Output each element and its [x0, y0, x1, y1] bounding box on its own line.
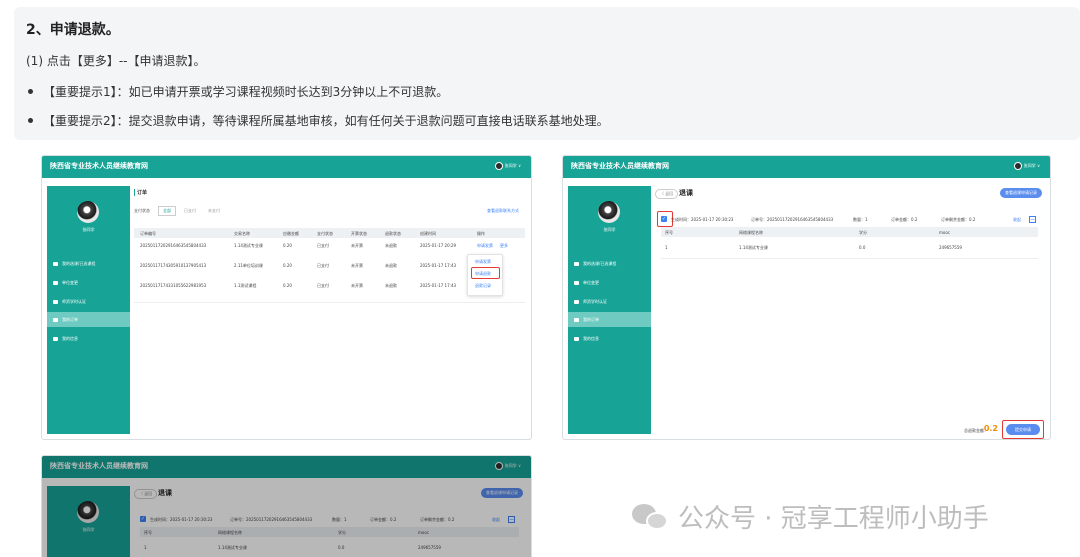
menu-icon: [574, 261, 579, 266]
sidebar-item-profile[interactable]: 我的信息: [568, 331, 651, 346]
tip-1: 【重要提示1】：如已申请开票或学习课程视频时长达到3分钟以上不可退款。: [28, 83, 448, 100]
filter-all[interactable]: 全部: [158, 206, 176, 216]
user-menu[interactable]: 张同学 ∨: [494, 162, 521, 170]
page-title: 订单: [134, 189, 147, 196]
brand-title: 陕西省专业技术人员继续教育网: [50, 162, 148, 170]
avatar: [1013, 162, 1022, 170]
fold-toggle[interactable]: 收起: [1013, 217, 1021, 223]
menu-icon: [53, 317, 58, 322]
avatar: [598, 201, 620, 223]
sidebar-username: 张同学: [603, 227, 616, 232]
minus-icon[interactable]: −: [1029, 216, 1036, 223]
back-button[interactable]: 〈 返回: [655, 189, 679, 199]
brand-title: 陕西省专业技术人员继续教育网: [571, 162, 669, 170]
more-dropdown: 申请发票 申请退款 退款记录: [467, 254, 503, 296]
avatar: [494, 162, 503, 170]
sidebar-item-certification[interactable]: 师资学时认证: [47, 294, 130, 309]
menu-item-refund-record[interactable]: 退款记录: [475, 283, 491, 289]
refund-record-button[interactable]: 查看退课申请记录: [1000, 188, 1042, 198]
screenshot-refund: 陕西省专业技术人员继续教育网 张同学 ∨ 张同学 我的选课/已选课程 单位变更 …: [562, 155, 1051, 440]
sidebar-item-courses[interactable]: 我的选课/已选课程: [568, 256, 651, 271]
filter-label: 支付状态: [134, 208, 150, 213]
sidebar-item-orders[interactable]: 我的订单: [47, 312, 130, 327]
sidebar-item-orders[interactable]: 我的订单: [568, 312, 651, 327]
menu-icon: [53, 261, 58, 266]
sidebar-item-courses[interactable]: 我的选课/已选课程: [47, 256, 130, 271]
menu-icon: [574, 317, 579, 322]
total-value: 0.2: [983, 424, 998, 433]
menu-item-invoice[interactable]: 申请发票: [475, 259, 491, 265]
section-heading: 2、申请退款。: [26, 22, 120, 38]
bullet-icon: [28, 89, 33, 94]
user-menu[interactable]: 张同学 ∨: [1013, 162, 1040, 170]
table-header: 订单编号 交易名称 应缴金额 支付状态 开票状态 退款状态 创建时间 操作: [134, 228, 525, 238]
bullet-icon: [28, 118, 33, 123]
step-text: (1) 点击【更多】--【申请退款】。: [26, 54, 206, 68]
menu-icon: [574, 299, 579, 304]
app-header: 陕西省专业技术人员继续教育网 张同学 ∨: [42, 156, 531, 178]
more-link[interactable]: 更多: [500, 243, 508, 249]
sidebar-item-certification[interactable]: 师资学时认证: [568, 294, 651, 309]
table-header: 序号 网络课程名称 学分 mooc: [661, 227, 1038, 237]
avatar: [77, 201, 99, 223]
tip-2: 【重要提示2】：提交退款申请，等待课程所属基地审核，如有任何关于退款问题可直接电…: [28, 112, 609, 129]
screenshot-refund-crop: 陕西省专业技术人员继续教育网 张同学 ∨ 张同学 〈 返回 退课 查看退课申请记…: [41, 455, 532, 557]
sidebar-item-profile[interactable]: 我的信息: [47, 331, 130, 346]
sidebar-item-unit-change[interactable]: 单位变更: [47, 275, 130, 290]
contact-link[interactable]: 查看退款联系方式: [487, 208, 519, 214]
menu-icon: [53, 280, 58, 285]
orders-content: 订单 支付状态 全部 已支付 未支付 查看退款联系方式 订单编号 交易名称 应缴…: [134, 186, 525, 434]
filter-unpaid[interactable]: 未支付: [208, 208, 220, 214]
modal-overlay: [42, 456, 531, 557]
menu-icon: [53, 299, 58, 304]
sidebar: 张同学 我的选课/已选课程 单位变更 师资学时认证 我的订单 我的信息: [47, 186, 130, 434]
wechat-icon: [632, 502, 670, 532]
instruction-block: 2、申请退款。 (1) 点击【更多】--【申请退款】。 【重要提示1】：如已申请…: [14, 7, 1080, 140]
filter-paid[interactable]: 已支付: [184, 208, 196, 214]
app-header: 陕西省专业技术人员继续教育网 张同学 ∨: [563, 156, 1050, 178]
divider: [661, 258, 1038, 259]
sidebar-username: 张同学: [82, 227, 95, 232]
refund-content: 〈 返回 退课 查看退课申请记录 ✓ 生成时间：2025-01-17 20:30…: [655, 186, 1044, 439]
sidebar-item-unit-change[interactable]: 单位变更: [568, 275, 651, 290]
screenshot-orders: 陕西省专业技术人员继续教育网 张同学 ∨ 张同学 我的选课/已选课程 单位变更 …: [41, 155, 532, 440]
menu-icon: [574, 280, 579, 285]
sidebar: 张同学 我的选课/已选课程 单位变更 师资学时认证 我的订单 我的信息: [568, 186, 651, 434]
menu-icon: [574, 336, 579, 341]
highlight-box: [471, 267, 500, 279]
menu-icon: [53, 336, 58, 341]
page-title: 退课: [679, 189, 693, 197]
invoice-link[interactable]: 申请发票: [477, 243, 493, 249]
highlight-box: [1002, 420, 1044, 439]
watermark: 公众号 · 冠享工程师小助手: [632, 498, 989, 535]
divider: [134, 302, 525, 303]
